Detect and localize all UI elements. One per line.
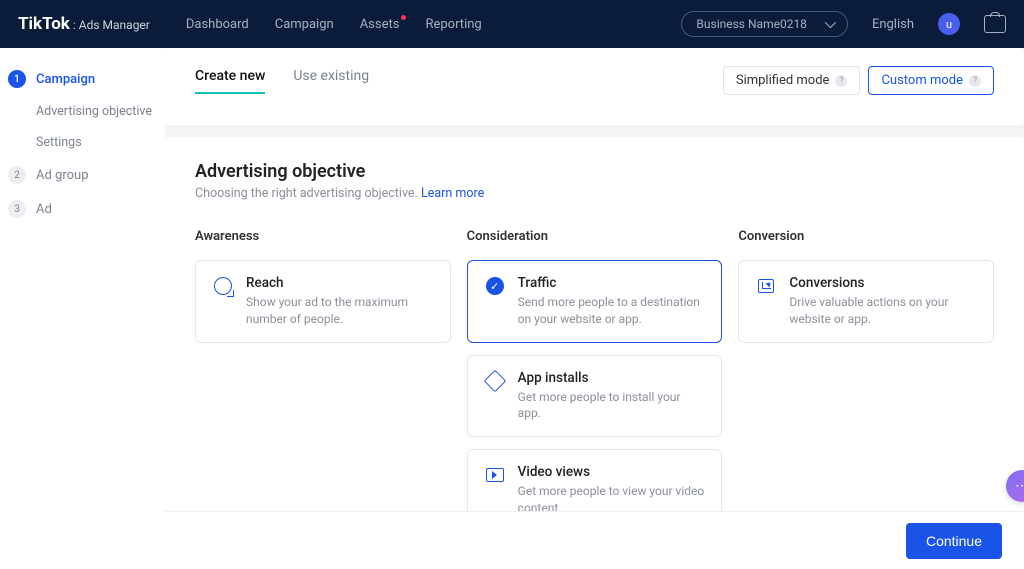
objective-title: App installs bbox=[518, 370, 706, 386]
check-icon: ✓ bbox=[484, 275, 506, 297]
video-views-icon bbox=[484, 464, 506, 486]
wizard-sidebar: 1 Campaign Advertising objective Setting… bbox=[0, 48, 165, 569]
avatar-initial: u bbox=[946, 18, 952, 31]
reach-icon bbox=[212, 275, 234, 297]
step-campaign[interactable]: 1 Campaign bbox=[0, 62, 165, 96]
wizard-footer: Continue bbox=[165, 511, 1024, 569]
nav-reporting[interactable]: Reporting bbox=[425, 17, 481, 32]
mode-toggle: Simplified mode ? Custom mode ? bbox=[723, 66, 994, 95]
objective-title: Reach bbox=[246, 275, 434, 291]
notification-dot-icon bbox=[401, 15, 406, 20]
step-label: Campaign bbox=[36, 72, 95, 87]
objective-body: Video views Get more people to view your… bbox=[518, 464, 706, 517]
column-head-awareness: Awareness bbox=[195, 229, 451, 244]
step-ad-group[interactable]: 2 Ad group bbox=[0, 158, 165, 192]
primary-nav: Dashboard Campaign Assets Reporting bbox=[186, 17, 482, 32]
main-content: Create new Use existing Simplified mode … bbox=[165, 48, 1024, 569]
step-label: Ad bbox=[36, 202, 52, 217]
objective-desc: Get more people to install your app. bbox=[518, 389, 706, 423]
chevron-down-icon bbox=[825, 17, 836, 28]
objective-body: Traffic Send more people to a destinatio… bbox=[518, 275, 706, 328]
conversions-icon bbox=[755, 275, 777, 297]
column-awareness: Awareness Reach Show your ad to the maxi… bbox=[195, 229, 451, 532]
nav-dashboard[interactable]: Dashboard bbox=[186, 17, 249, 32]
objective-subtitle-text: Choosing the right advertising objective… bbox=[195, 186, 418, 201]
brand-subtitle: : Ads Manager bbox=[73, 18, 150, 32]
objective-desc: Drive valuable actions on your website o… bbox=[789, 294, 977, 328]
tab-use-existing[interactable]: Use existing bbox=[293, 68, 369, 94]
objective-body: Reach Show your ad to the maximum number… bbox=[246, 275, 434, 328]
info-icon: ? bbox=[835, 75, 847, 87]
mode-simplified-button[interactable]: Simplified mode ? bbox=[723, 66, 861, 95]
campaign-source-tabs: Create new Use existing bbox=[195, 68, 369, 94]
column-head-conversion: Conversion bbox=[738, 229, 994, 244]
objective-subtitle: Choosing the right advertising objective… bbox=[195, 186, 994, 201]
learn-more-link[interactable]: Learn more bbox=[421, 186, 484, 201]
step-number: 1 bbox=[8, 70, 26, 88]
topbar: TikTok : Ads Manager Dashboard Campaign … bbox=[0, 0, 1024, 48]
mode-simplified-label: Simplified mode bbox=[736, 73, 830, 88]
objective-reach[interactable]: Reach Show your ad to the maximum number… bbox=[195, 260, 451, 343]
objective-title: Video views bbox=[518, 464, 706, 480]
business-account-selector[interactable]: Business Name0218 bbox=[681, 11, 848, 37]
campaign-source-card: Create new Use existing Simplified mode … bbox=[165, 48, 1024, 125]
objective-app-installs[interactable]: App installs Get more people to install … bbox=[467, 355, 723, 438]
step-number: 2 bbox=[8, 166, 26, 184]
continue-button[interactable]: Continue bbox=[906, 523, 1002, 559]
objective-columns: Awareness Reach Show your ad to the maxi… bbox=[195, 229, 994, 532]
objective-traffic[interactable]: ✓ Traffic Send more people to a destinat… bbox=[467, 260, 723, 343]
language-selector[interactable]: English bbox=[872, 17, 914, 32]
objective-desc: Show your ad to the maximum number of pe… bbox=[246, 294, 434, 328]
column-conversion: Conversion Conversions Drive valuable ac… bbox=[738, 229, 994, 532]
user-avatar[interactable]: u bbox=[938, 13, 960, 35]
business-account-name: Business Name0218 bbox=[696, 17, 807, 31]
substep-settings[interactable]: Settings bbox=[0, 127, 165, 158]
nav-assets-label: Assets bbox=[360, 17, 400, 32]
column-consideration: Consideration ✓ Traffic Send more people… bbox=[467, 229, 723, 532]
objective-conversions[interactable]: Conversions Drive valuable actions on yo… bbox=[738, 260, 994, 343]
step-label: Ad group bbox=[36, 168, 89, 183]
objective-body: App installs Get more people to install … bbox=[518, 370, 706, 423]
nav-assets[interactable]: Assets bbox=[360, 17, 400, 32]
mode-custom-button[interactable]: Custom mode ? bbox=[868, 66, 994, 95]
objective-title: Traffic bbox=[518, 275, 706, 291]
objective-card: Advertising objective Choosing the right… bbox=[165, 137, 1024, 569]
objective-body: Conversions Drive valuable actions on yo… bbox=[789, 275, 977, 328]
objective-desc: Send more people to a destination on you… bbox=[518, 294, 706, 328]
nav-campaign[interactable]: Campaign bbox=[275, 17, 334, 32]
substep-advertising-objective[interactable]: Advertising objective bbox=[0, 96, 165, 127]
column-head-consideration: Consideration bbox=[467, 229, 723, 244]
tab-create-new[interactable]: Create new bbox=[195, 68, 265, 94]
inbox-icon[interactable] bbox=[984, 15, 1006, 33]
objective-title: Conversions bbox=[789, 275, 977, 291]
brand-logo: TikTok : Ads Manager bbox=[18, 14, 150, 34]
step-number: 3 bbox=[8, 200, 26, 218]
objective-heading: Advertising objective bbox=[195, 161, 994, 182]
mode-custom-label: Custom mode bbox=[881, 73, 963, 88]
brand-name: TikTok bbox=[18, 14, 70, 34]
info-icon: ? bbox=[969, 75, 981, 87]
app-installs-icon bbox=[484, 370, 506, 392]
step-ad[interactable]: 3 Ad bbox=[0, 192, 165, 226]
